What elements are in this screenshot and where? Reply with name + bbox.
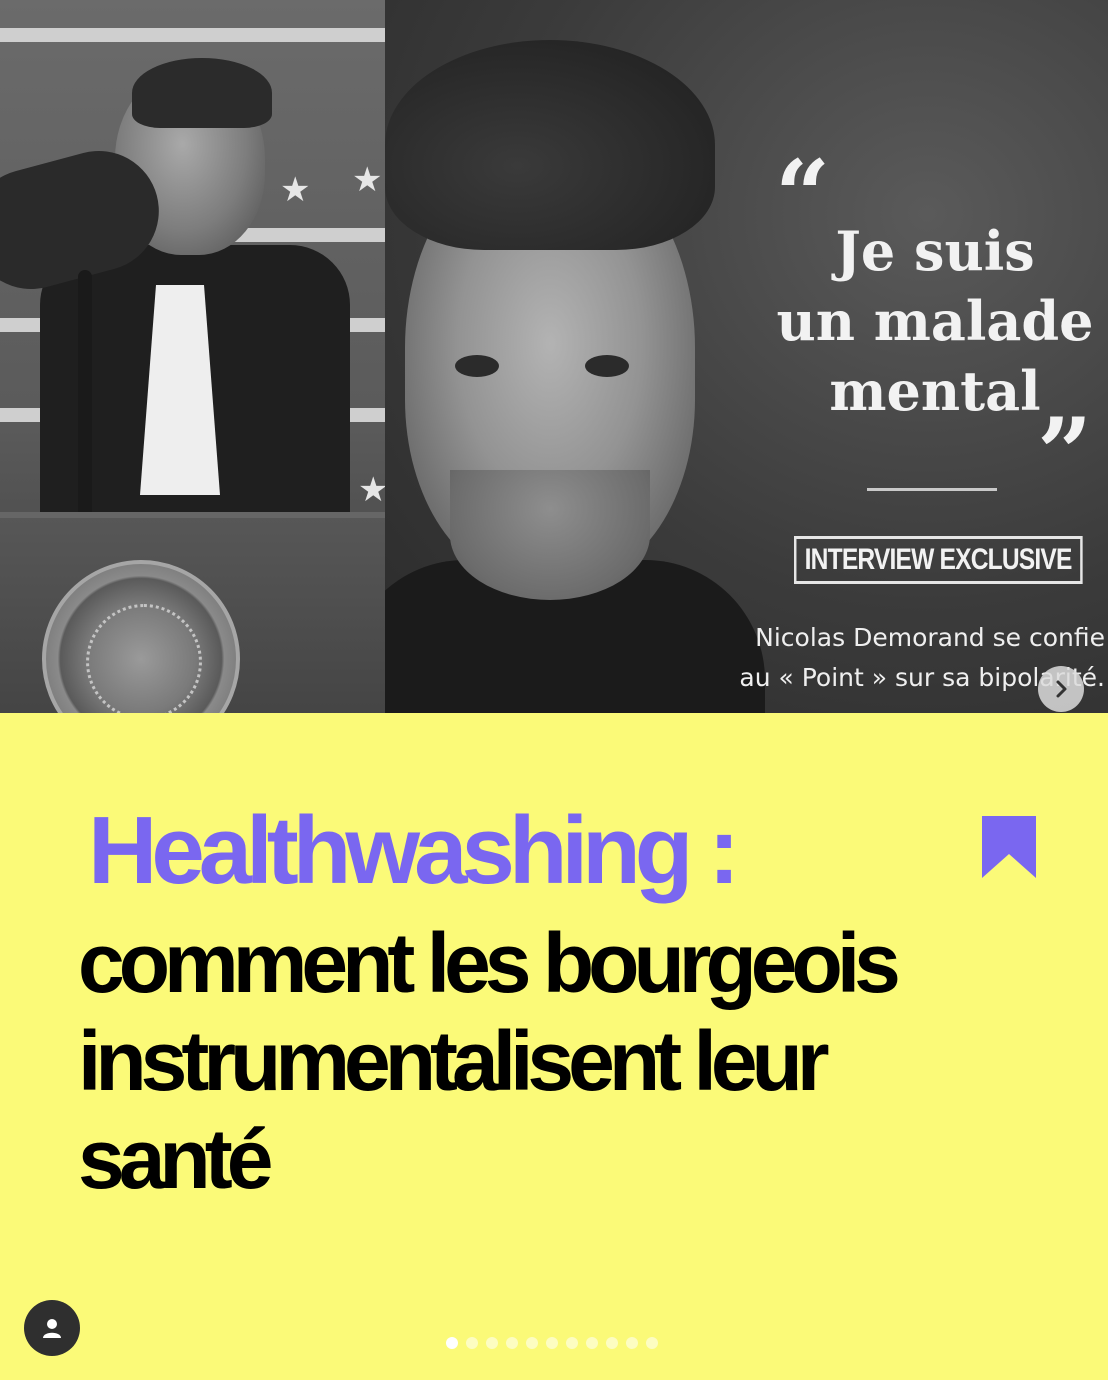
next-slide-button[interactable] bbox=[1038, 666, 1084, 712]
headline-line: comment les bourgeois bbox=[78, 916, 901, 1010]
pull-quote-line: un malade bbox=[776, 289, 1094, 353]
carousel-dot[interactable] bbox=[626, 1337, 638, 1349]
carousel-dot[interactable] bbox=[606, 1337, 618, 1349]
portrait-eye bbox=[455, 355, 499, 377]
headline: comment les bourgeois instrumentalisent … bbox=[78, 914, 1068, 1208]
microphone bbox=[78, 270, 92, 520]
chevron-right-icon bbox=[1056, 680, 1067, 698]
close-quote-mark: ” bbox=[1037, 397, 1093, 510]
carousel-dot[interactable] bbox=[446, 1337, 458, 1349]
speaker-hair bbox=[132, 58, 272, 128]
photo-collage: ★ ★ ★ ★ “ Je suis un malade bbox=[0, 0, 1108, 713]
carousel-dot[interactable] bbox=[466, 1337, 478, 1349]
star-icon: ★ bbox=[358, 470, 385, 510]
caption-line: Nicolas Demorand se confie bbox=[755, 623, 1105, 652]
portrait-hair bbox=[385, 40, 715, 250]
star-icon: ★ bbox=[352, 160, 383, 200]
carousel-dot[interactable] bbox=[646, 1337, 658, 1349]
photo-speaker-at-podium: ★ ★ ★ ★ bbox=[0, 0, 385, 713]
seal-inner-ring bbox=[86, 604, 202, 713]
pull-quote-line: Je suis bbox=[835, 219, 1035, 283]
user-icon bbox=[43, 1319, 61, 1338]
portrait-beard bbox=[450, 470, 650, 600]
star-icon: ★ bbox=[280, 170, 311, 210]
carousel-dot[interactable] bbox=[526, 1337, 538, 1349]
carousel-dot[interactable] bbox=[586, 1337, 598, 1349]
headline-kicker: Healthwashing : bbox=[88, 797, 740, 904]
tagged-users-button[interactable] bbox=[24, 1300, 80, 1356]
headline-line: instrumentalisent leur bbox=[78, 1014, 830, 1108]
carousel-dot[interactable] bbox=[546, 1337, 558, 1349]
flag-stripe bbox=[0, 28, 385, 42]
carousel-indicator bbox=[446, 1337, 658, 1349]
portrait-eye bbox=[585, 355, 629, 377]
carousel-dot[interactable] bbox=[486, 1337, 498, 1349]
interview-badge: INTERVIEW EXCLUSIVE bbox=[794, 536, 1083, 584]
pull-quote: Je suis un malade mental bbox=[775, 216, 1095, 426]
headline-line: santé bbox=[78, 1112, 273, 1206]
bookmark-icon[interactable] bbox=[982, 816, 1036, 878]
carousel-dot[interactable] bbox=[506, 1337, 518, 1349]
carousel-dot[interactable] bbox=[566, 1337, 578, 1349]
photo-interview-portrait: “ Je suis un malade mental ” INTERVIEW E… bbox=[385, 0, 1108, 713]
quote-divider bbox=[867, 488, 997, 491]
carousel-post: ★ ★ ★ ★ “ Je suis un malade bbox=[0, 0, 1108, 1380]
